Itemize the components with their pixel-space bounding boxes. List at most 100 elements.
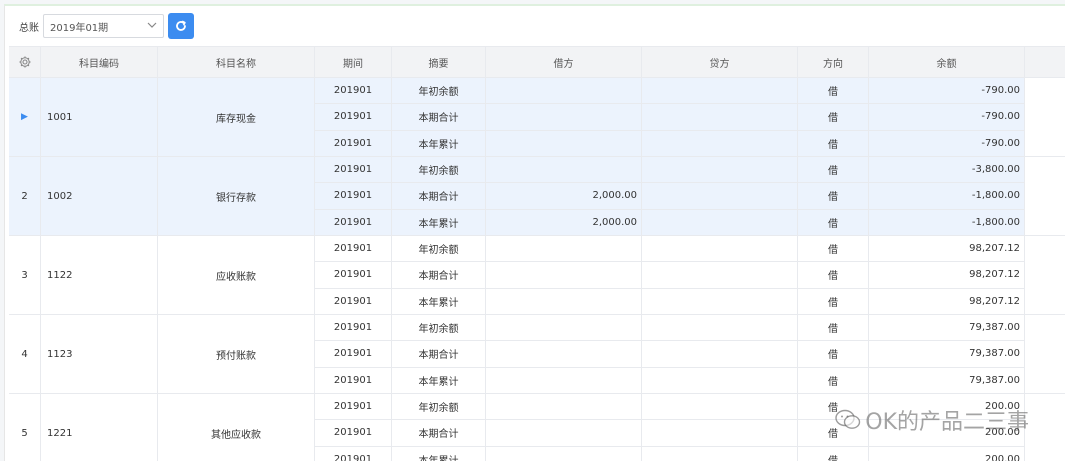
account-code: 1123	[41, 315, 158, 394]
period-cell: 201901	[315, 315, 392, 342]
row-filler	[1025, 394, 1065, 461]
summary-cell: 年初余额	[392, 315, 486, 342]
debit-cell	[486, 315, 642, 342]
account-group[interactable]: ▶ 1001 库存现金 201901 年初余额借 -790.00 201901 本期合计借 -7…	[9, 78, 1065, 157]
balance-cell: 98,207.12	[869, 262, 1025, 289]
header-filler	[1025, 46, 1065, 78]
watermark: OK的产品二三事	[835, 404, 1029, 436]
summary-cell: 年初余额	[392, 78, 486, 105]
debit-cell	[486, 78, 642, 105]
debit-cell	[486, 394, 642, 421]
credit-cell	[642, 104, 798, 131]
summary-cell: 本期合计	[392, 420, 486, 447]
table-row[interactable]: 201901 年初余额 借 -790.00	[315, 78, 1025, 105]
account-group[interactable]: 2 1002 银行存款 201901 年初余额借 -3,800.00 201901 本期合计 2…	[9, 157, 1065, 236]
watermark-text: OK的产品二三事	[865, 410, 1029, 435]
period-cell: 201901	[315, 157, 392, 184]
direction-cell: 借	[798, 262, 869, 289]
account-group[interactable]: 4 1123 预付账款 201901 年初余额借 79,387.00 201901 本期合计借…	[9, 315, 1065, 394]
table-row[interactable]: 201901 本年累计 2,000.00 借 -1,800.00	[315, 209, 1025, 236]
debit-cell	[486, 446, 642, 461]
debit-cell: 2,000.00	[486, 209, 642, 236]
header-summary[interactable]: 摘要	[392, 46, 486, 78]
period-cell: 201901	[315, 130, 392, 157]
balance-cell: 98,207.12	[869, 288, 1025, 315]
period-cell: 201901	[315, 420, 392, 447]
header-credit[interactable]: 贷方	[642, 46, 798, 78]
direction-cell: 借	[798, 315, 869, 342]
period-select[interactable]: 2019年01期	[43, 14, 164, 38]
chevron-down-icon	[147, 21, 157, 31]
table-row[interactable]: 201901本年累计 借200.00	[315, 446, 1025, 461]
balance-cell: 200.00	[869, 446, 1025, 461]
summary-cell: 本年累计	[392, 367, 486, 394]
account-detail-rows: 201901 年初余额借 -3,800.00 201901 本期合计 2,000.00 借 -…	[315, 157, 1025, 236]
debit-cell: 2,000.00	[486, 183, 642, 210]
table-row[interactable]: 201901 本年累计 借 79,387.00	[315, 367, 1025, 394]
current-row-indicator-icon: ▶	[21, 112, 28, 122]
table-row[interactable]: 201901 本年累计 借 -790.00	[315, 130, 1025, 157]
table-row[interactable]: 201901 本年累计 借 98,207.12	[315, 288, 1025, 315]
credit-cell	[642, 315, 798, 342]
header-direction[interactable]: 方向	[798, 46, 869, 78]
table-row[interactable]: 201901 年初余额 借 79,387.00	[315, 315, 1025, 342]
direction-cell: 借	[798, 78, 869, 105]
summary-cell: 年初余额	[392, 157, 486, 184]
direction-cell: 借	[798, 367, 869, 394]
credit-cell	[642, 394, 798, 421]
direction-cell: 借	[798, 157, 869, 184]
account-code: 1002	[41, 157, 158, 236]
header-period[interactable]: 期间	[315, 46, 392, 78]
balance-cell: 79,387.00	[869, 341, 1025, 368]
account-name: 预付账款	[158, 315, 315, 394]
debit-cell	[486, 262, 642, 289]
column-settings-button[interactable]	[9, 46, 41, 78]
row-filler	[1025, 78, 1065, 157]
refresh-button[interactable]	[168, 13, 194, 39]
balance-cell: -1,800.00	[869, 183, 1025, 210]
table-row[interactable]: 201901 年初余额 借 98,207.12	[315, 236, 1025, 263]
ledger-table: 科目编码 科目名称 期间 摘要 借方 贷方 方向 余额 ▶ 1001 库存现金 201…	[9, 46, 1065, 461]
direction-cell: 借	[798, 341, 869, 368]
summary-cell: 本年累计	[392, 130, 486, 157]
account-name: 其他应收款	[158, 394, 315, 461]
period-cell: 201901	[315, 104, 392, 131]
table-row[interactable]: 201901 本期合计 2,000.00 借 -1,800.00	[315, 183, 1025, 210]
balance-cell: 79,387.00	[869, 315, 1025, 342]
credit-cell	[642, 157, 798, 184]
table-row[interactable]: 201901 年初余额 借 -3,800.00	[315, 157, 1025, 184]
balance-cell: 79,387.00	[869, 367, 1025, 394]
header-account-name[interactable]: 科目名称	[158, 46, 315, 78]
account-code: 1122	[41, 236, 158, 315]
balance-cell: -790.00	[869, 130, 1025, 157]
period-cell: 201901	[315, 262, 392, 289]
table-row[interactable]: 201901 本期合计 借 98,207.12	[315, 262, 1025, 289]
direction-cell: 借	[798, 183, 869, 210]
summary-cell: 年初余额	[392, 394, 486, 421]
header-account-code[interactable]: 科目编码	[41, 46, 158, 78]
credit-cell	[642, 420, 798, 447]
table-row[interactable]: 201901 本期合计 借 -790.00	[315, 104, 1025, 131]
header-balance[interactable]: 余额	[869, 46, 1025, 78]
account-detail-rows: 201901 年初余额借 98,207.12 201901 本期合计借 98,207.12…	[315, 236, 1025, 315]
credit-cell	[642, 236, 798, 263]
table-row[interactable]: 201901 本期合计 借 79,387.00	[315, 341, 1025, 368]
credit-cell	[642, 341, 798, 368]
summary-cell: 本期合计	[392, 104, 486, 131]
summary-cell: 本年累计	[392, 209, 486, 236]
toolbar: 总账 2019年01期	[5, 6, 1065, 46]
summary-cell: 本期合计	[392, 341, 486, 368]
account-detail-rows: 201901 年初余额 借 -790.00 201901 本期合计借 -790.00 2019…	[315, 78, 1025, 157]
refresh-icon	[176, 20, 186, 31]
header-debit[interactable]: 借方	[486, 46, 642, 78]
account-name: 库存现金	[158, 78, 315, 157]
period-select-value: 2019年01期	[50, 22, 109, 34]
account-group[interactable]: 3 1122 应收账款 201901 年初余额借 98,207.12 201901 本期合计借…	[9, 236, 1065, 315]
credit-cell	[642, 288, 798, 315]
balance-cell: -790.00	[869, 104, 1025, 131]
debit-cell	[486, 104, 642, 131]
period-cell: 201901	[315, 446, 392, 461]
summary-cell: 本年累计	[392, 446, 486, 461]
credit-cell	[642, 209, 798, 236]
balance-cell: -3,800.00	[869, 157, 1025, 184]
